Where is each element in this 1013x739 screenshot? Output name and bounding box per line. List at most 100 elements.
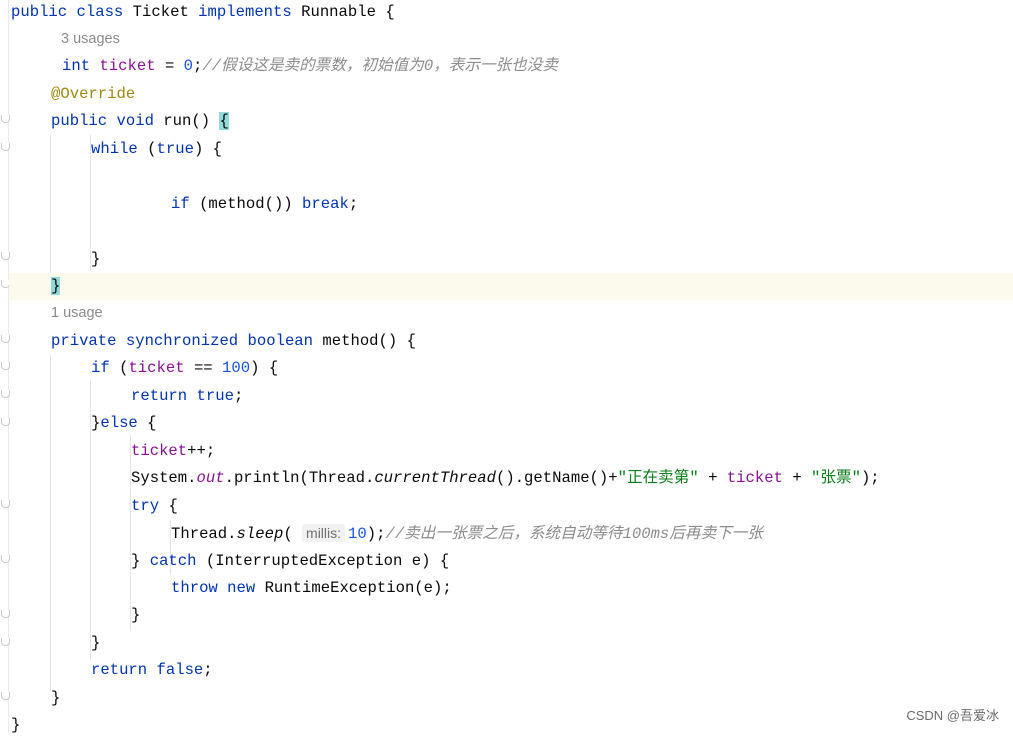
code-token: try [131, 496, 169, 515]
code-token: (method()) [199, 194, 303, 213]
code-token: true [156, 139, 194, 158]
fold-marker-icon[interactable] [1, 638, 10, 646]
indent-guide [50, 355, 51, 690]
fold-marker-icon[interactable] [1, 335, 10, 343]
fold-marker-icon[interactable] [1, 362, 10, 370]
code-line[interactable]: private synchronized boolean method() { [51, 328, 416, 355]
code-line[interactable]: throw new RuntimeException(e); [171, 575, 452, 602]
code-token: if [171, 194, 200, 213]
code-token: private synchronized boolean [51, 331, 323, 350]
fold-marker-icon[interactable] [1, 143, 10, 151]
code-token: "张票" [811, 469, 861, 488]
code-line[interactable]: if (method()) break; [171, 191, 358, 218]
code-token: ++; [187, 441, 216, 460]
code-token: currentThread [374, 469, 496, 488]
code-token: RuntimeException(e); [264, 578, 452, 597]
code-token: ticket [128, 359, 185, 378]
code-token: ; [193, 57, 203, 76]
code-line[interactable]: while (true) { [91, 136, 222, 163]
code-line[interactable]: Thread.sleep( millis: 10);//卖出一张票之后，系统自动等… [171, 520, 763, 547]
code-line[interactable]: } [91, 246, 100, 273]
code-line[interactable]: if (ticket == 100) { [91, 355, 278, 382]
fold-marker-icon[interactable] [1, 555, 10, 563]
matched-brace: } [51, 277, 61, 295]
code-token: catch [149, 551, 206, 570]
code-token: { [168, 496, 178, 515]
code-token: (InterruptedException e) { [205, 551, 450, 570]
fold-marker-icon[interactable] [1, 252, 10, 260]
code-line[interactable]: } catch (InterruptedException e) { [131, 548, 449, 575]
code-token: } [11, 716, 21, 735]
code-token: out [196, 469, 225, 488]
code-token: .println(Thread. [224, 469, 375, 488]
matched-brace: { [219, 112, 229, 131]
code-token: ticket [726, 469, 783, 488]
code-line[interactable]: } [11, 712, 20, 739]
code-token: public void [51, 112, 164, 131]
code-token: ().getName()+ [495, 469, 618, 488]
code-token: } [131, 551, 150, 570]
code-token: + [782, 469, 812, 488]
code-line[interactable]: ticket++; [131, 438, 215, 465]
code-line[interactable]: return true; [131, 383, 243, 410]
code-line[interactable]: try { [131, 493, 178, 520]
code-line[interactable]: int ticket = 0;//假设这是卖的票数，初始值为0，表示一张也没卖 [62, 53, 558, 80]
fold-marker-icon[interactable] [1, 610, 10, 618]
code-token: } [91, 249, 101, 268]
code-token: 10 [348, 525, 367, 544]
fold-marker-icon[interactable] [1, 115, 10, 123]
code-line[interactable]: System.out.println(Thread.currentThread(… [131, 465, 880, 492]
code-token: = [155, 57, 184, 76]
code-token: else [100, 414, 148, 433]
code-line[interactable]: 3 usages [61, 26, 120, 53]
fold-marker-icon[interactable] [1, 500, 10, 508]
code-token: } [91, 414, 101, 433]
parameter-hint: millis: [302, 524, 346, 543]
usages-hint[interactable]: 3 usages [61, 31, 120, 47]
code-token: ticket [131, 441, 188, 460]
code-token: ( [147, 139, 157, 158]
code-token: ) { [250, 359, 279, 378]
fold-marker-icon[interactable] [1, 418, 10, 426]
current-line-highlight [9, 273, 1013, 300]
code-token: System. [131, 469, 197, 488]
code-token: { [147, 414, 157, 433]
code-token: implements [198, 2, 302, 21]
code-line[interactable]: @Override [51, 81, 135, 108]
code-line[interactable]: return false; [91, 657, 213, 684]
code-token: ticket [99, 57, 156, 76]
code-line[interactable]: } [91, 630, 100, 657]
code-token: Thread. [171, 525, 237, 544]
code-line[interactable]: public void run() { [51, 108, 229, 135]
code-token: ) { [193, 139, 223, 158]
code-token: //卖出一张票之后，系统自动等待100ms后再卖下一张 [385, 525, 763, 544]
code-token: return true [131, 386, 234, 405]
code-line[interactable]: }else { [91, 410, 157, 437]
code-line[interactable]: } [51, 685, 60, 712]
code-token: Ticket [132, 2, 199, 21]
code-line[interactable]: } [51, 273, 61, 300]
code-token: 0 [183, 57, 194, 76]
fold-marker-icon[interactable] [1, 390, 10, 398]
code-line[interactable]: 1 usage [51, 300, 103, 327]
code-token: 100 [222, 359, 251, 378]
code-line[interactable]: public class Ticket implements Runnable … [11, 0, 395, 26]
code-token: method() { [322, 331, 416, 350]
code-token: sleep [236, 525, 284, 544]
code-token: ; [233, 386, 244, 405]
code-token: == [184, 359, 223, 378]
fold-marker-icon[interactable] [1, 692, 10, 700]
code-token: public class [11, 2, 133, 21]
code-token: @Override [51, 84, 136, 103]
code-token: ); [366, 525, 386, 544]
watermark: CSDN @吾爱冰 [906, 708, 999, 723]
usages-hint[interactable]: 1 usage [51, 305, 103, 321]
code-token: Runnable { [301, 2, 395, 21]
code-line[interactable]: } [131, 602, 140, 629]
code-token: ); [860, 469, 880, 488]
code-token: } [51, 688, 61, 707]
code-token: throw new [171, 578, 265, 597]
code-token: ( [283, 525, 303, 544]
code-token: while [91, 139, 148, 158]
code-token: //假设这是卖的票数，初始值为0，表示一张也没卖 [202, 57, 558, 76]
